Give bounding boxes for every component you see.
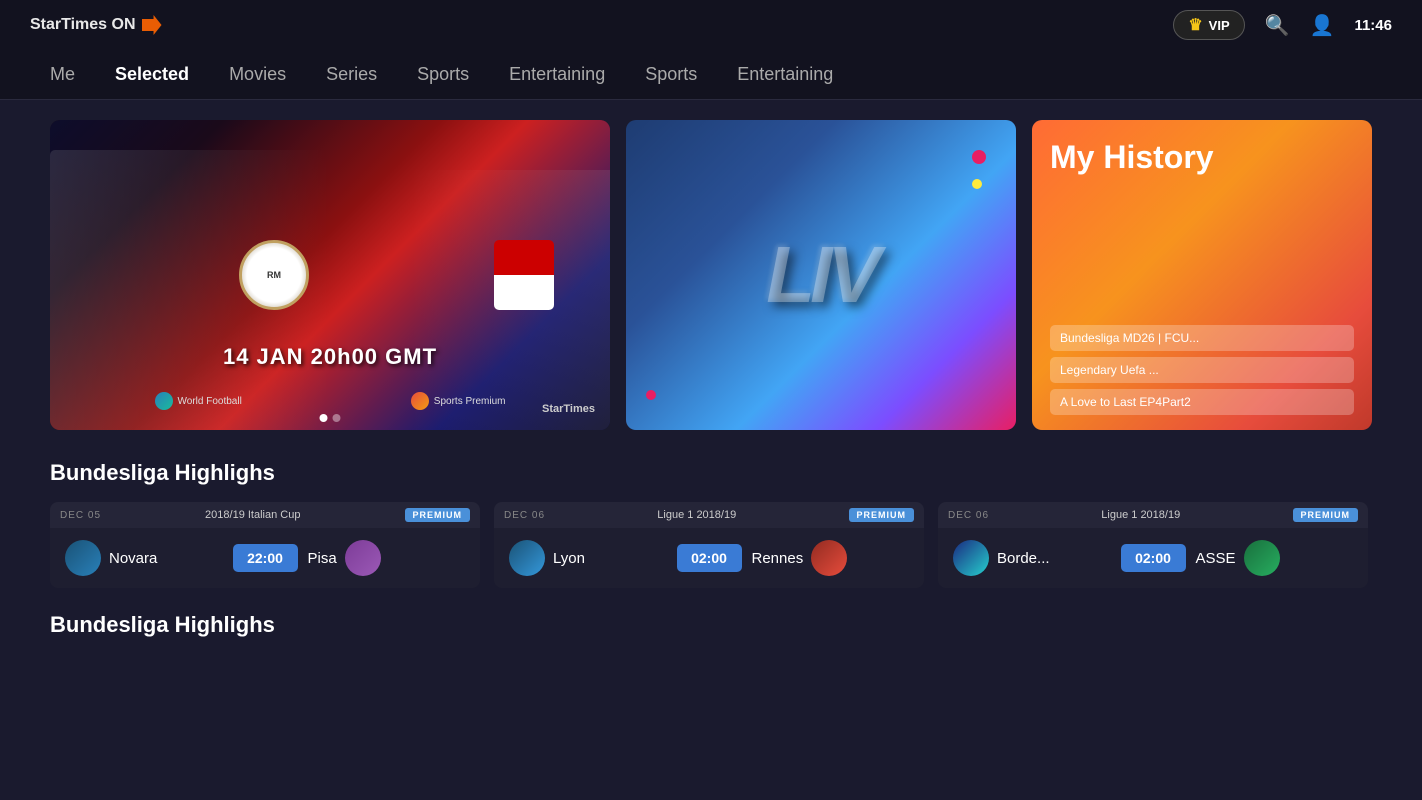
match-card-1[interactable]: DEC 05 2018/19 Italian Cup PREMIUM Novar… [50,502,480,588]
bottom-pink-dot [646,390,656,400]
nav-item-entertaining-2[interactable]: Entertaining [737,64,833,85]
match-cards-row-1: DEC 05 2018/19 Italian Cup PREMIUM Novar… [50,502,1372,588]
topbar-right: ♛ VIP 🔍 👤 11:46 [1173,10,1392,40]
yellow-dot [972,179,982,189]
history-item-3[interactable]: A Love to Last EP4Part2 [1050,389,1354,415]
card-2-team2-name: Rennes [752,550,804,567]
card-2-team2-badge [811,540,847,576]
card-3-body: Borde... 02:00 ASSE [938,528,1368,588]
card-1-team-left: Novara [65,540,223,576]
crown-icon: ♛ [1188,15,1202,35]
world-football-logo: World Football [155,392,242,410]
liv-banner[interactable]: LIV [626,120,1016,430]
history-title: My History [1050,140,1354,175]
card-1-team-right: Pisa [308,540,466,576]
card-1-body: Novara 22:00 Pisa [50,528,480,588]
card-3-time: 02:00 [1121,544,1186,572]
card-2-time: 02:00 [677,544,742,572]
nav-item-entertaining-1[interactable]: Entertaining [509,64,605,85]
card-3-team-left: Borde... [953,540,1111,576]
section-1-title: Bundesliga Highlighs [50,460,1372,486]
logo: StarTimes ON [30,15,162,35]
card-2-team-left: Lyon [509,540,667,576]
logo-text: StarTimes ON [30,16,136,34]
card-3-premium-badge: PREMIUM [1293,508,1359,522]
card-2-header: DEC 06 Ligue 1 2018/19 PREMIUM [494,502,924,528]
card-2-premium-badge: PREMIUM [849,508,915,522]
card-2-team1-name: Lyon [553,550,585,567]
history-item-2[interactable]: Legendary Uefa ... [1050,357,1354,383]
search-icon[interactable]: 🔍 [1265,13,1290,38]
main-banner[interactable]: RM 14 JAN 20h00 GMT World Football Sport… [50,120,610,430]
dot-2 [333,414,341,422]
card-1-team1-badge [65,540,101,576]
card-3-team1-badge [953,540,989,576]
liv-text-container: LIV [626,120,1016,430]
card-3-team-right: ASSE [1196,540,1354,576]
vip-label: VIP [1209,18,1230,33]
card-3-team1-name: Borde... [997,550,1050,567]
match-date-text: 14 JAN 20h00 GMT [223,344,437,370]
card-2-team1-badge [509,540,545,576]
nav-item-sports-1[interactable]: Sports [417,64,469,85]
nav-item-me[interactable]: Me [50,64,75,85]
main-content: RM 14 JAN 20h00 GMT World Football Sport… [0,100,1422,674]
real-madrid-logo: RM [239,240,309,310]
card-1-time: 22:00 [233,544,298,572]
topbar: StarTimes ON ♛ VIP 🔍 👤 11:46 [0,0,1422,50]
clock-display: 11:46 [1354,17,1392,34]
banner-pagination-dots [320,414,341,422]
bundesliga-section-2: Bundesliga Highlighs [50,612,1372,638]
athletic-club-logo [494,240,554,310]
card-1-league: 2018/19 Italian Cup [205,509,300,521]
nav-item-series[interactable]: Series [326,64,377,85]
liv-label: LIV [766,229,875,321]
history-items-list: Bundesliga MD26 | FCU... Legendary Uefa … [1050,325,1354,415]
card-1-date: DEC 05 [60,510,101,521]
card-1-premium-badge: PREMIUM [405,508,471,522]
card-1-team1-name: Novara [109,550,157,567]
card-2-body: Lyon 02:00 Rennes [494,528,924,588]
card-3-team2-name: ASSE [1196,550,1236,567]
card-2-team-right: Rennes [752,540,910,576]
section-2-title: Bundesliga Highlighs [50,612,1372,638]
world-football-icon [155,392,173,410]
match-card-2[interactable]: DEC 06 Ligue 1 2018/19 PREMIUM Lyon 02:0… [494,502,924,588]
sports-premium-logo: Sports Premium [411,392,506,410]
match-card-3[interactable]: DEC 06 Ligue 1 2018/19 PREMIUM Borde... … [938,502,1368,588]
vip-badge[interactable]: ♛ VIP [1173,10,1244,40]
card-3-date: DEC 06 [948,510,989,521]
startimes-watermark: StarTimes [542,403,595,415]
pink-dot [972,150,986,164]
sports-premium-label: Sports Premium [434,396,506,407]
sports-premium-icon [411,392,429,410]
card-2-date: DEC 06 [504,510,545,521]
nav-item-movies[interactable]: Movies [229,64,286,85]
nav-bar: Me Selected Movies Series Sports Enterta… [0,50,1422,100]
user-icon[interactable]: 👤 [1310,13,1335,38]
history-item-1[interactable]: Bundesliga MD26 | FCU... [1050,325,1354,351]
logo-arrow-icon [142,15,162,35]
card-1-header: DEC 05 2018/19 Italian Cup PREMIUM [50,502,480,528]
world-football-label: World Football [178,396,242,407]
card-3-team2-badge [1244,540,1280,576]
card-3-header: DEC 06 Ligue 1 2018/19 PREMIUM [938,502,1368,528]
liv-decorative-dots [972,150,986,189]
nav-item-selected[interactable]: Selected [115,64,189,85]
dot-1 [320,414,328,422]
bundesliga-section-1: Bundesliga Highlighs DEC 05 2018/19 Ital… [50,460,1372,588]
card-3-league: Ligue 1 2018/19 [1101,509,1180,521]
nav-item-sports-2[interactable]: Sports [645,64,697,85]
banner-sponsor-logos: World Football Sports Premium [50,392,610,410]
card-2-league: Ligue 1 2018/19 [657,509,736,521]
card-1-team2-badge [345,540,381,576]
hero-section: RM 14 JAN 20h00 GMT World Football Sport… [50,120,1372,430]
card-1-team2-name: Pisa [308,550,337,567]
my-history-panel[interactable]: My History Bundesliga MD26 | FCU... Lege… [1032,120,1372,430]
